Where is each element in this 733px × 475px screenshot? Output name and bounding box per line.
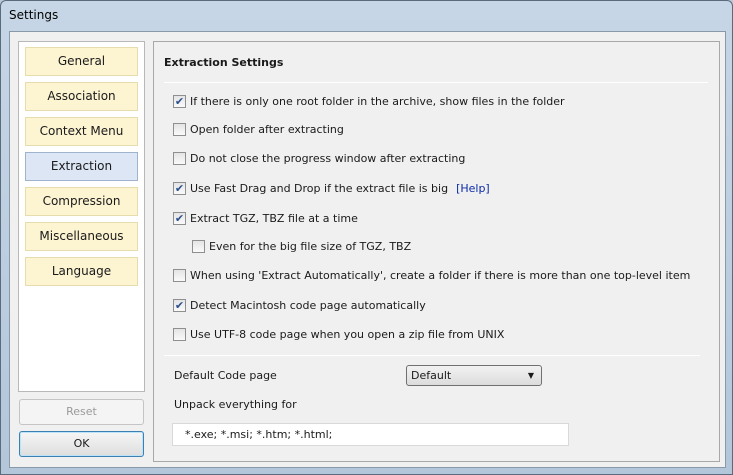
checkbox[interactable] [173, 123, 186, 136]
option-fast-drag-drop[interactable]: ✔ Use Fast Drag and Drop if the extract f… [173, 182, 490, 195]
option-big-file-tgz-tbz[interactable]: Even for the big file size of TGZ, TBZ [192, 240, 411, 253]
sidebar-item-association[interactable]: Association [25, 82, 138, 111]
checkbox-checked[interactable]: ✔ [173, 95, 186, 108]
dialog-body: General Association Context Menu Extract… [9, 31, 726, 468]
code-page-value: Default [411, 369, 452, 382]
option-label: Open folder after extracting [190, 123, 344, 136]
sidebar-item-general[interactable]: General [25, 47, 138, 76]
option-label: Do not close the progress window after e… [190, 152, 466, 165]
sidebar: General Association Context Menu Extract… [18, 41, 145, 392]
code-page-select[interactable]: Default ▼ [406, 365, 542, 386]
option-label: When using 'Extract Automatically', crea… [190, 269, 691, 282]
window-title: Settings [9, 8, 59, 22]
checkbox[interactable] [173, 269, 186, 282]
option-label: Detect Macintosh code page automatically [190, 299, 426, 312]
checkbox-checked[interactable]: ✔ [173, 182, 186, 195]
default-code-page-label: Default Code page [174, 369, 277, 382]
ok-button[interactable]: OK [19, 431, 144, 457]
settings-window: Settings General Association Context Men… [0, 0, 733, 475]
chevron-down-icon: ▼ [527, 371, 534, 380]
unpack-extensions-input[interactable]: *.exe; *.msi; *.htm; *.html; [172, 423, 569, 446]
option-extract-tgz-tbz[interactable]: ✔ Extract TGZ, TBZ file at a time [173, 212, 358, 225]
option-keep-progress-window[interactable]: Do not close the progress window after e… [173, 152, 465, 165]
divider [164, 355, 700, 356]
option-show-files-in-root-folder[interactable]: ✔ If there is only one root folder in the… [173, 95, 565, 108]
checkbox-checked[interactable]: ✔ [173, 299, 186, 312]
help-link[interactable]: [Help] [456, 182, 490, 195]
extraction-settings-panel: Extraction Settings ✔ If there is only on… [153, 41, 720, 462]
divider [164, 82, 708, 83]
option-detect-mac-code-page[interactable]: ✔ Detect Macintosh code page automaticall… [173, 299, 426, 312]
option-label: Extract TGZ, TBZ file at a time [190, 212, 358, 225]
reset-button[interactable]: Reset [19, 399, 144, 425]
checkbox[interactable] [192, 240, 205, 253]
option-label: If there is only one root folder in the … [190, 95, 565, 108]
sidebar-item-context-menu[interactable]: Context Menu [25, 117, 138, 146]
option-label: Use Fast Drag and Drop if the extract fi… [190, 182, 449, 195]
checkbox-checked[interactable]: ✔ [173, 212, 186, 225]
checkbox[interactable] [173, 328, 186, 341]
option-label: Even for the big file size of TGZ, TBZ [209, 240, 412, 253]
option-create-folder-auto-extract[interactable]: When using 'Extract Automatically', crea… [173, 269, 690, 282]
option-open-folder-after-extracting[interactable]: Open folder after extracting [173, 123, 344, 136]
sidebar-item-compression[interactable]: Compression [25, 187, 138, 216]
sidebar-item-language[interactable]: Language [25, 257, 138, 286]
sidebar-item-miscellaneous[interactable]: Miscellaneous [25, 222, 138, 251]
sidebar-item-extraction[interactable]: Extraction [25, 152, 138, 181]
unpack-everything-label: Unpack everything for [174, 398, 297, 411]
option-utf8-code-page[interactable]: Use UTF-8 code page when you open a zip … [173, 328, 504, 341]
checkbox[interactable] [173, 152, 186, 165]
option-label: Use UTF-8 code page when you open a zip … [190, 328, 505, 341]
page-title: Extraction Settings [164, 56, 284, 69]
